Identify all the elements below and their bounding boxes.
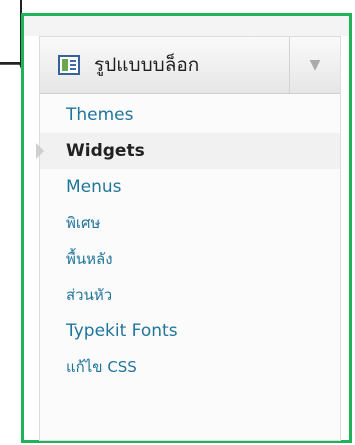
appearance-menu: รูปแบบบล็อก ▼ Themes Widgets Menus พิเศษ…	[36, 36, 341, 441]
appearance-icon	[58, 55, 80, 75]
menu-title: รูปแบบบล็อก	[94, 54, 200, 76]
triangle-down-icon[interactable]: ▼	[289, 37, 340, 93]
menu-item-edit-css[interactable]: แก้ไข CSS	[40, 349, 340, 385]
menu-item-typekit-fonts[interactable]: Typekit Fonts	[40, 313, 340, 349]
current-arrow-icon	[36, 143, 44, 159]
highlight-frame: รูปแบบบล็อก ▼ Themes Widgets Menus พิเศษ…	[21, 13, 352, 443]
menu-item-themes[interactable]: Themes	[40, 97, 340, 133]
menu-item-label: Widgets	[66, 141, 145, 161]
menu-item-extras[interactable]: พิเศษ	[40, 205, 340, 241]
menu-item-widgets[interactable]: Widgets	[36, 133, 340, 169]
menu-items: Themes Widgets Menus พิเศษ พื้นหลัง ส่วน…	[36, 94, 340, 385]
menu-item-background[interactable]: พื้นหลัง	[40, 241, 340, 277]
menu-item-menus[interactable]: Menus	[40, 169, 340, 205]
top-strip	[24, 16, 349, 36]
menu-header[interactable]: รูปแบบบล็อก ▼	[40, 37, 340, 94]
menu-item-header[interactable]: ส่วนหัว	[40, 277, 340, 313]
